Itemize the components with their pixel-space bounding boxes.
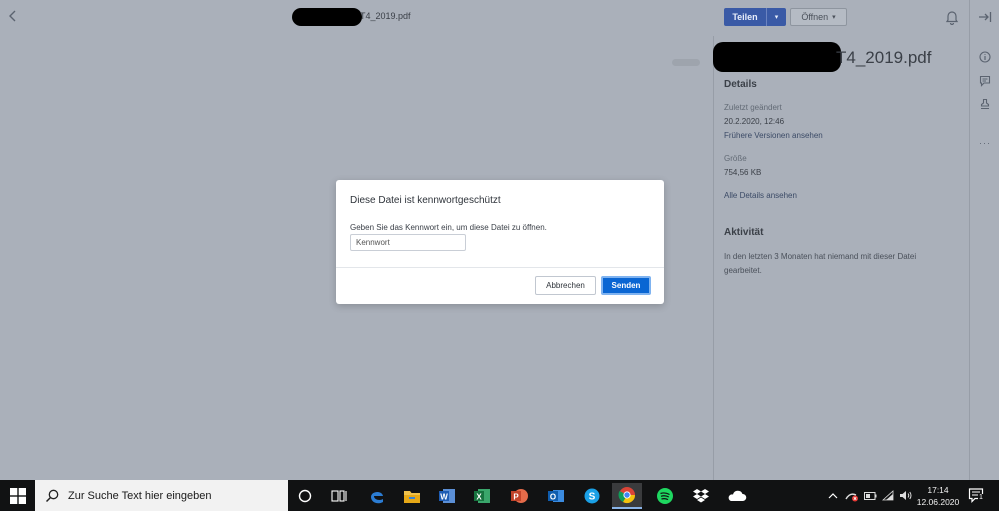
dialog-divider — [336, 267, 664, 268]
dialog-message: Geben Sie das Kennwort ein, um diese Dat… — [350, 223, 547, 232]
search-placeholder: Zur Suche Text hier eingeben — [68, 489, 212, 502]
more-options-icon[interactable]: ··· — [978, 136, 992, 150]
notifications-bell-icon[interactable] — [945, 9, 959, 26]
dialog-title: Diese Datei ist kennwortgeschützt — [350, 195, 501, 206]
modified-label: Zuletzt geändert — [724, 103, 782, 112]
chevron-down-icon: ▾ — [774, 14, 779, 21]
svg-text:X: X — [476, 493, 482, 502]
svg-text:S: S — [589, 492, 596, 503]
info-icon[interactable] — [978, 50, 992, 64]
file-explorer-icon[interactable] — [397, 483, 427, 509]
notification-count-badge: 1 — [978, 494, 984, 502]
excel-icon[interactable]: X — [467, 483, 497, 509]
volume-icon[interactable] — [899, 480, 913, 511]
open-button[interactable]: Öffnen ▾ — [790, 8, 847, 26]
stamp-icon[interactable] — [978, 97, 992, 111]
cortana-icon[interactable] — [290, 483, 320, 509]
header-filename: T4_2019.pdf — [360, 11, 411, 21]
network-warning-icon[interactable] — [845, 480, 859, 511]
spotify-icon[interactable] — [650, 483, 680, 509]
system-clock[interactable]: 17:14 12.06.2020 — [916, 484, 960, 508]
send-button[interactable]: Senden — [601, 276, 651, 295]
open-button-label: Öffnen — [801, 12, 829, 22]
chevron-down-icon: ▾ — [832, 14, 836, 21]
edge-icon[interactable] — [362, 483, 392, 509]
size-label: Größe — [724, 154, 747, 163]
chrome-icon[interactable] — [612, 483, 642, 509]
password-dialog: Diese Datei ist kennwortgeschützt Geben … — [336, 180, 664, 304]
share-dropdown-button[interactable]: ▾ — [766, 8, 786, 26]
outlook-icon[interactable]: O — [541, 483, 571, 509]
collapse-panel-icon[interactable] — [978, 10, 992, 24]
battery-icon[interactable] — [864, 480, 877, 511]
redacted-filename-part — [292, 8, 362, 26]
comment-icon[interactable] — [978, 74, 992, 88]
blurred-text — [672, 59, 700, 66]
word-icon[interactable]: W — [432, 483, 462, 509]
svg-text:W: W — [440, 493, 448, 502]
share-button-group: Teilen ▾ — [724, 8, 786, 26]
size-value: 754,56 KB — [724, 168, 762, 177]
task-view-icon[interactable] — [324, 483, 354, 509]
password-input[interactable] — [350, 234, 466, 251]
clock-date: 12.06.2020 — [916, 497, 960, 507]
previous-versions-link[interactable]: Frühere Versionen ansehen — [724, 131, 823, 140]
svg-text:O: O — [550, 493, 556, 502]
all-details-link[interactable]: Alle Details ansehen — [724, 191, 797, 200]
modified-value: 20.2.2020, 12:46 — [724, 117, 785, 126]
redacted-filename-part — [713, 42, 841, 72]
right-rail: ··· — [969, 0, 999, 480]
onedrive-icon[interactable] — [722, 483, 752, 509]
back-chevron-icon[interactable] — [6, 8, 20, 26]
panel-filename: T4_2019.pdf — [836, 48, 932, 67]
activity-text: In den letzten 3 Monaten hat niemand mit… — [724, 252, 917, 275]
app-window: T4_2019.pdf Teilen ▾ Öffnen ▾ ··· T4_201… — [0, 0, 999, 480]
cancel-button[interactable]: Abbrechen — [535, 276, 596, 295]
windows-taskbar: Zur Suche Text hier eingeben W X P O S 1… — [0, 480, 999, 511]
dropbox-icon[interactable] — [686, 483, 716, 509]
search-icon — [45, 489, 59, 502]
action-center-icon[interactable]: 1 — [968, 487, 984, 503]
clock-time: 17:14 — [927, 485, 949, 495]
details-heading: Details — [724, 79, 757, 90]
taskbar-search[interactable]: Zur Suche Text hier eingeben — [35, 480, 288, 511]
share-button[interactable]: Teilen — [724, 8, 766, 26]
activity-heading: Aktivität — [724, 227, 764, 238]
tray-expand-icon[interactable] — [828, 480, 838, 511]
wifi-icon[interactable] — [882, 480, 895, 511]
skype-icon[interactable]: S — [577, 483, 607, 509]
powerpoint-icon[interactable]: P — [504, 483, 534, 509]
svg-text:P: P — [513, 493, 519, 502]
windows-start-icon[interactable] — [0, 480, 35, 511]
